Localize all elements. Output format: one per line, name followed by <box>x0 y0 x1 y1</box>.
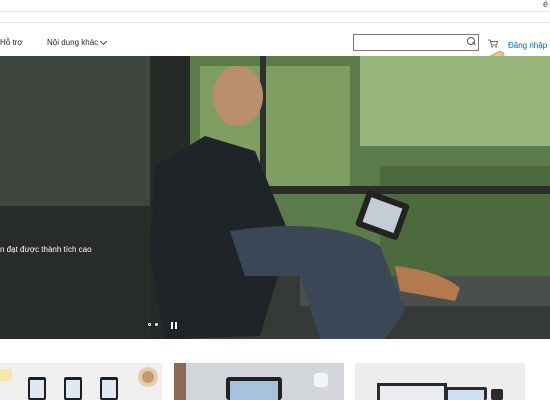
sign-in-link[interactable]: Đăng nhập <box>508 41 547 50</box>
browser-top-bar: é <box>0 0 550 12</box>
chevron-down-icon <box>100 37 108 45</box>
devices-image <box>0 363 162 400</box>
feature-card[interactable] <box>174 363 344 400</box>
divider <box>0 22 550 23</box>
hero-image <box>0 56 550 339</box>
hero-caption: n đạt được thành tích cao <box>0 245 92 254</box>
laptop-image <box>355 363 525 400</box>
top-edge-text: é <box>542 0 548 9</box>
feature-cards <box>0 339 550 400</box>
cart-icon[interactable] <box>488 39 498 48</box>
carousel-dots <box>148 323 158 326</box>
carousel-dot-active[interactable] <box>155 323 158 326</box>
feature-card[interactable] <box>355 363 525 400</box>
carousel-dot[interactable] <box>148 323 151 326</box>
nav-support-link[interactable]: Hỗ trợ <box>0 38 23 47</box>
pause-icon[interactable] <box>171 322 177 329</box>
feature-card[interactable] <box>0 363 162 400</box>
tablet-image <box>174 363 344 400</box>
nav-more-dropdown[interactable]: Nội dung khác <box>47 37 108 47</box>
search-icon[interactable] <box>465 36 477 48</box>
hero-banner[interactable]: n đạt được thành tích cao <box>0 56 550 339</box>
nav-more-label: Nội dung khác <box>47 38 99 47</box>
